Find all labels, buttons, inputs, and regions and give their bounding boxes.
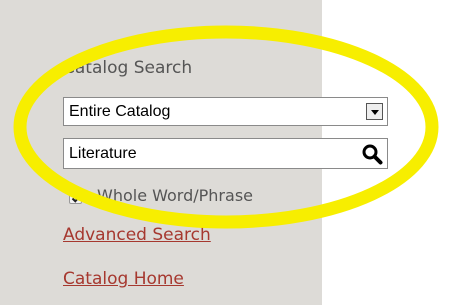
whole-word-label: Whole Word/Phrase (97, 186, 253, 205)
checkmark-icon (71, 194, 82, 203)
advanced-search-link[interactable]: Advanced Search (63, 225, 211, 245)
search-input[interactable]: Literature (63, 138, 388, 169)
catalog-home-link[interactable]: Catalog Home (63, 269, 184, 289)
catalog-search-heading: Catalog Search (63, 58, 193, 78)
chevron-down-icon[interactable] (366, 103, 383, 120)
catalog-scope-selected-value: Entire Catalog (69, 103, 171, 120)
search-input-value: Literature (69, 145, 137, 162)
whole-word-checkbox[interactable] (69, 191, 82, 204)
catalog-scope-select[interactable]: Entire Catalog (63, 97, 388, 126)
search-icon[interactable] (361, 143, 383, 165)
